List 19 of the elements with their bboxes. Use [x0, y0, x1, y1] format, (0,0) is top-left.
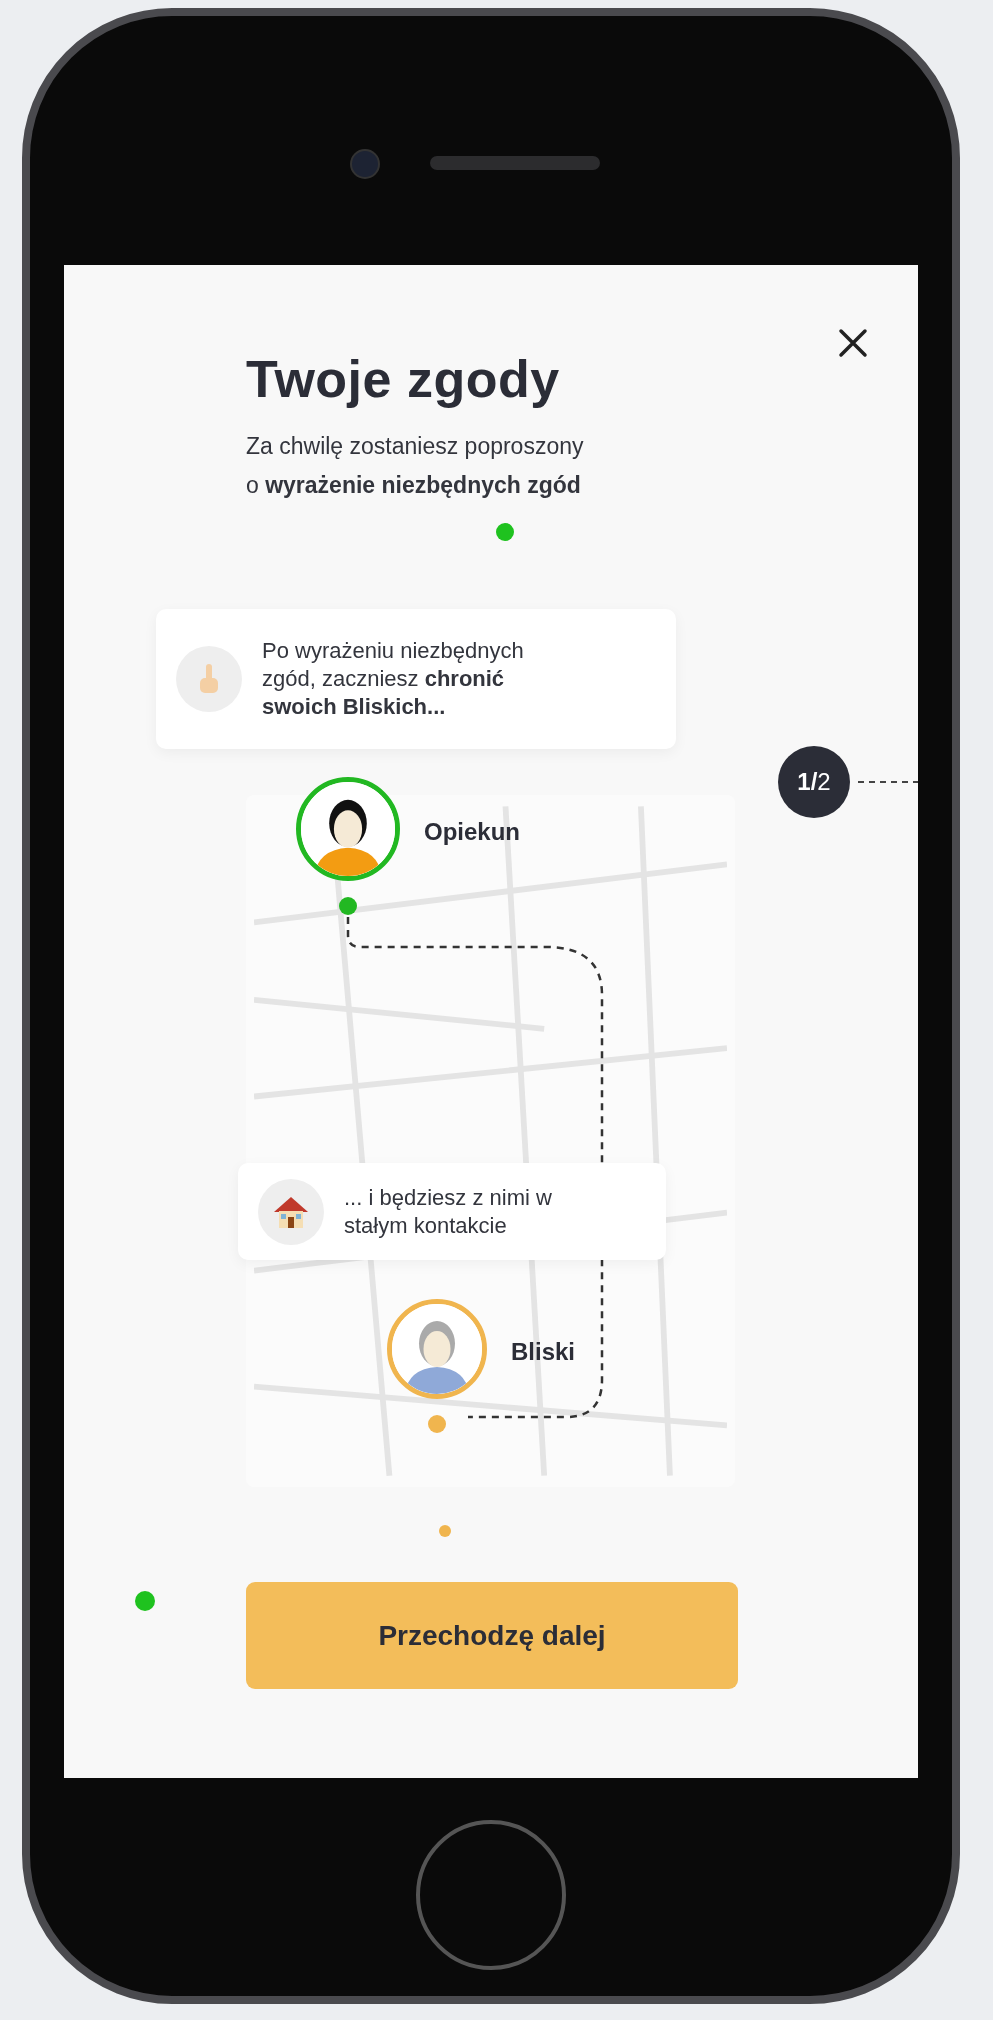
- location-dot: [428, 1415, 446, 1433]
- progress-dot: [496, 523, 514, 541]
- tip-text: ... i będziesz z nimi w stałym kontakcie: [344, 1183, 552, 1240]
- camera-icon: [350, 149, 380, 179]
- close-icon[interactable]: [838, 328, 868, 358]
- house-icon: [258, 1178, 324, 1245]
- continue-button[interactable]: Przechodzę dalej: [246, 1582, 738, 1689]
- pointing-hand-icon: [176, 646, 242, 712]
- dashed-line: [858, 781, 918, 783]
- person-role-label: Bliski: [511, 1338, 576, 1366]
- page-title: Twoje zgody: [246, 349, 560, 409]
- tip-text: Po wyrażeniu niezbędnych zgód, zaczniesz chronić swoich Bliskich...: [262, 637, 524, 721]
- progress-dot: [135, 1591, 155, 1611]
- subtitle-text: Za chwilę zostaniesz poproszony o wyrażenie niezbędnych zgód: [246, 432, 585, 500]
- step-badge: 1/2: [778, 746, 850, 818]
- page-dot: [439, 1525, 451, 1537]
- location-dot: [339, 897, 357, 915]
- person-role-label: Opiekun: [424, 818, 520, 846]
- home-button[interactable]: [416, 1820, 566, 1970]
